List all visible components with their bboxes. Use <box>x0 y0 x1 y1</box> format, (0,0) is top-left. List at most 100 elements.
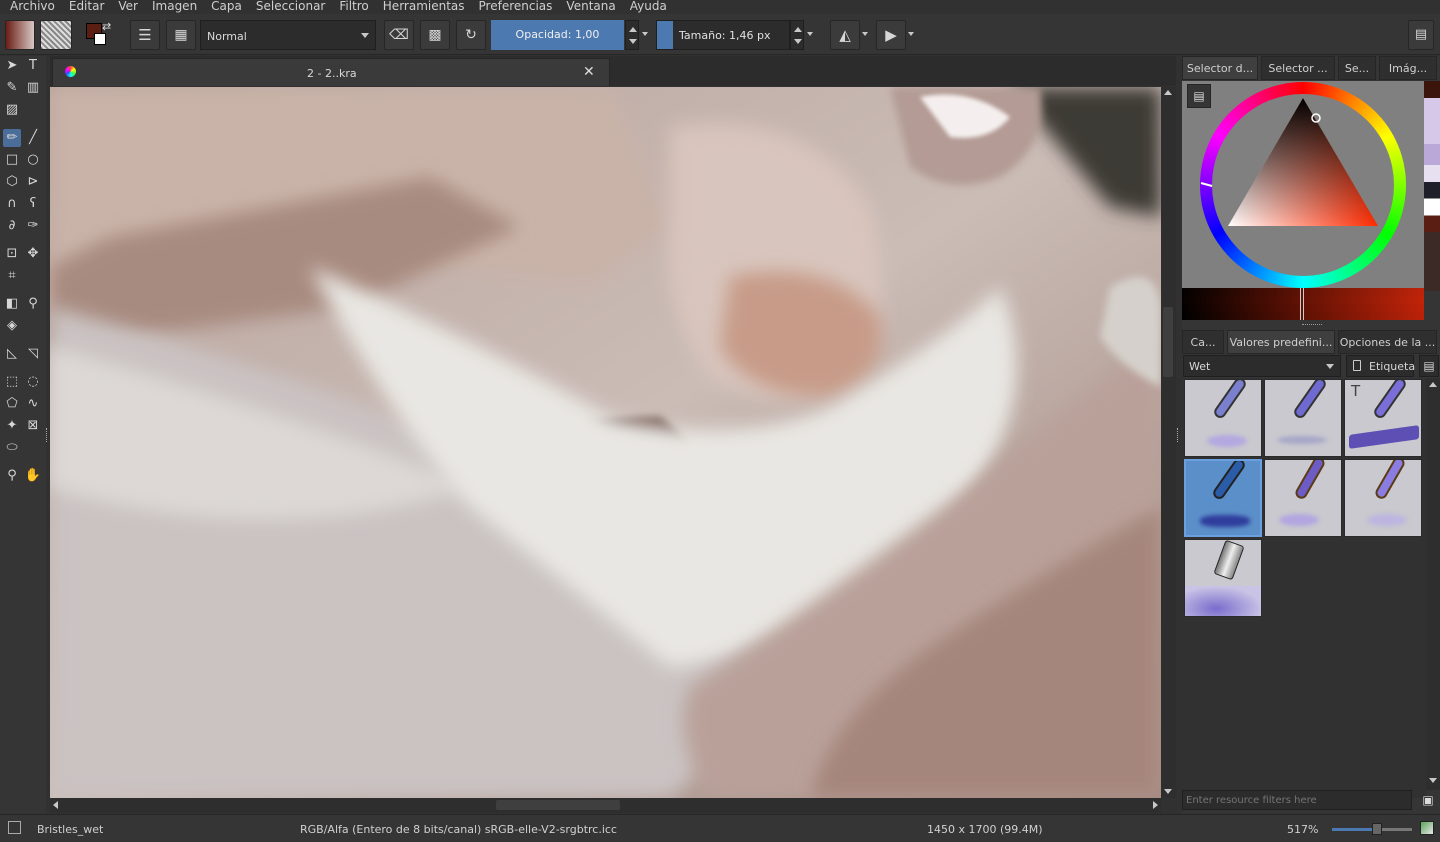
swap-colors-icon[interactable]: ⇄ <box>102 20 111 33</box>
preset-tag-select[interactable]: Wet <box>1183 355 1341 377</box>
ellipse-select-tool-icon[interactable]: ◌ <box>24 373 42 391</box>
multibrush-tool-icon[interactable]: ✑ <box>24 217 42 235</box>
preset-tile[interactable] <box>1344 459 1422 537</box>
dynamic-brush-tool-icon[interactable]: ∂ <box>3 217 21 235</box>
menu-editar[interactable]: Editar <box>69 0 105 14</box>
resource-filter-input[interactable] <box>1182 790 1412 810</box>
chevron-down-icon[interactable] <box>807 32 813 36</box>
blend-mode-select[interactable]: Normal <box>200 20 376 50</box>
zoom-slider-handle[interactable] <box>1372 823 1382 835</box>
menu-filtro[interactable]: Filtro <box>339 0 368 14</box>
crop-tool-icon[interactable]: ⌗ <box>3 267 21 285</box>
pan-tool-icon[interactable]: ✋ <box>24 467 42 485</box>
fill-tool-icon[interactable]: ◈ <box>3 317 21 335</box>
color-swatches[interactable]: ⇄ <box>82 20 116 50</box>
canvas-rotation-icon[interactable] <box>1420 821 1434 835</box>
vertical-scroll-thumb[interactable] <box>1163 307 1173 377</box>
tag-button[interactable]: Etiqueta <box>1346 355 1415 377</box>
brush-preset-icon[interactable] <box>8 821 21 834</box>
magic-wand-tool-icon[interactable]: ✦ <box>3 417 21 435</box>
freehand-path-tool-icon[interactable]: ʕ <box>24 195 42 213</box>
color-triangle[interactable] <box>1182 81 1424 291</box>
size-slider[interactable]: Tamaño: 1,46 px <box>656 20 790 50</box>
menu-herramientas[interactable]: Herramientas <box>383 0 465 14</box>
polygon-tool-icon[interactable]: ⬡ <box>3 173 21 191</box>
menu-ventana[interactable]: Ventana <box>566 0 615 14</box>
horizontal-scrollbar[interactable] <box>50 798 1161 813</box>
mirror-horizontal-button[interactable]: ◭ <box>830 20 860 50</box>
preset-tile[interactable] <box>1264 379 1342 457</box>
chevron-down-icon[interactable] <box>908 32 914 36</box>
scroll-right-icon[interactable] <box>1153 801 1158 809</box>
tab-selector-de-color[interactable]: Selector d... <box>1182 56 1258 80</box>
polygon-select-tool-icon[interactable]: ⬠ <box>3 395 21 413</box>
document-tab[interactable]: 2 - 2..kra ✕ <box>52 58 610 86</box>
zoom-tool-icon[interactable]: ⚲ <box>3 467 21 485</box>
calligraphy-tool-icon[interactable]: ▥ <box>24 79 42 97</box>
move-tool-icon[interactable]: ✥ <box>24 245 42 263</box>
save-filter-icon[interactable]: ▣ <box>1418 790 1438 810</box>
preset-tile[interactable] <box>1184 539 1262 617</box>
size-spinner[interactable] <box>790 20 804 50</box>
scroll-up-icon[interactable] <box>1164 90 1172 95</box>
toolbox-handle[interactable] <box>46 428 49 442</box>
brush-tool-icon[interactable]: ✏ <box>3 129 21 147</box>
bezier-select-tool-icon[interactable]: ⬭ <box>3 439 21 457</box>
assistant-tool-icon[interactable]: ◹ <box>24 345 42 363</box>
preset-tile[interactable] <box>1184 379 1262 457</box>
color-picker-tool-icon[interactable]: ⚲ <box>24 295 42 313</box>
gradient-tool-icon[interactable]: ◧ <box>3 295 21 313</box>
color-history-strip[interactable] <box>1424 81 1440 291</box>
tab-selector[interactable]: Selector ... <box>1261 56 1335 80</box>
horizontal-scroll-thumb[interactable] <box>496 800 620 810</box>
pattern-button[interactable] <box>40 20 72 50</box>
panel-splitter[interactable] <box>1302 324 1322 327</box>
scroll-down-icon[interactable] <box>1429 778 1437 783</box>
line-tool-icon[interactable]: ╱ <box>24 129 42 147</box>
gradient-button[interactable] <box>5 20 35 50</box>
chevron-down-icon[interactable] <box>642 32 648 36</box>
tab-imagenes[interactable]: Imág... <box>1379 56 1437 80</box>
bezier-tool-icon[interactable]: ∩ <box>3 195 21 213</box>
menu-imagen[interactable]: Imagen <box>152 0 197 14</box>
painting-canvas[interactable] <box>50 87 1161 798</box>
tab-se[interactable]: Se... <box>1338 56 1376 80</box>
hue-marker[interactable] <box>1200 182 1213 187</box>
brush-settings-button[interactable]: ☰ <box>130 20 160 50</box>
preset-view-icon[interactable]: ▤ <box>1419 355 1439 377</box>
vertical-scrollbar[interactable] <box>1161 87 1176 798</box>
select-shapes-tool-icon[interactable]: ➤ <box>3 57 21 75</box>
menu-ayuda[interactable]: Ayuda <box>630 0 667 14</box>
tab-capas[interactable]: Ca... <box>1182 330 1224 354</box>
preset-tile-selected[interactable] <box>1184 459 1262 537</box>
edit-shapes-tool-icon[interactable]: ✎ <box>3 79 21 97</box>
reload-preset-button[interactable]: ↻ <box>456 20 486 50</box>
workspace-button[interactable]: ▤ <box>1408 20 1434 50</box>
text-tool-icon[interactable]: T <box>24 57 42 75</box>
shade-selector[interactable] <box>1182 288 1424 320</box>
freehand-select-tool-icon[interactable]: ∿ <box>24 395 42 413</box>
polyline-tool-icon[interactable]: ⊳ <box>24 173 42 191</box>
preset-scrollbar[interactable] <box>1426 378 1440 790</box>
tab-opciones-herramienta[interactable]: Opciones de la ... <box>1338 330 1437 354</box>
scroll-up-icon[interactable] <box>1429 382 1437 387</box>
opacity-slider[interactable]: Opacidad: 1,00 <box>491 20 624 50</box>
tab-valores-predefinidos[interactable]: Valores predefini... <box>1227 330 1335 354</box>
close-icon[interactable]: ✕ <box>583 64 595 80</box>
chevron-down-icon[interactable] <box>862 32 868 36</box>
measure-tool-icon[interactable]: ◺ <box>3 345 21 363</box>
eraser-button[interactable]: ⌫ <box>384 20 414 50</box>
rectangle-tool-icon[interactable]: □ <box>3 151 21 169</box>
background-color-swatch[interactable] <box>94 33 106 45</box>
menu-seleccionar[interactable]: Seleccionar <box>256 0 325 14</box>
ellipse-tool-icon[interactable]: ○ <box>24 151 42 169</box>
zoom-slider[interactable] <box>1332 823 1412 835</box>
pattern-tool-icon[interactable]: ▨ <box>3 101 21 119</box>
menu-ver[interactable]: Ver <box>118 0 138 14</box>
preset-tile[interactable]: T <box>1344 379 1422 457</box>
opacity-spinner[interactable] <box>625 20 639 50</box>
preset-tile[interactable] <box>1264 459 1342 537</box>
menu-preferencias[interactable]: Preferencias <box>479 0 553 14</box>
preserve-alpha-button[interactable]: ▩ <box>420 20 450 50</box>
transform-tool-icon[interactable]: ⊡ <box>3 245 21 263</box>
